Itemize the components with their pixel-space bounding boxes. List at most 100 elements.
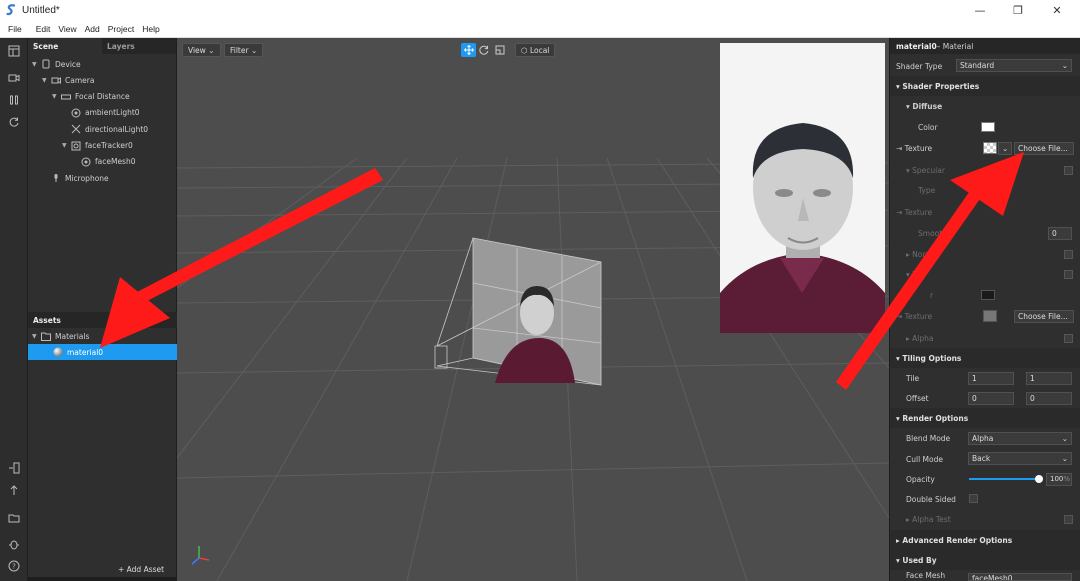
- opacity-value-field[interactable]: 100%: [1046, 473, 1072, 486]
- add-asset-button[interactable]: + Add Asset: [118, 565, 164, 574]
- section-render-options[interactable]: ▾ Render Options: [890, 408, 1080, 428]
- menu-view[interactable]: View: [58, 24, 76, 34]
- scale-tool-button[interactable]: [492, 43, 508, 57]
- svg-text:?: ?: [12, 563, 16, 571]
- menu-add[interactable]: Add: [85, 24, 100, 34]
- menu-help[interactable]: Help: [142, 24, 159, 34]
- section-advanced-render-options[interactable]: ▸ Advanced Render Options: [890, 530, 1080, 550]
- diffuse-texture-thumbnail[interactable]: [983, 142, 997, 154]
- bug-icon[interactable]: [6, 536, 22, 552]
- section-specular[interactable]: ▾ Specular: [890, 160, 1080, 180]
- offset-y-field[interactable]: 0: [1026, 392, 1072, 405]
- tab-layers[interactable]: Layers: [102, 38, 176, 54]
- specular-checkbox[interactable]: [1064, 166, 1073, 175]
- opacity-slider-track[interactable]: [969, 475, 1043, 483]
- section-normal[interactable]: ▸ Norm: [890, 244, 1080, 264]
- offset-x-field[interactable]: 0: [968, 392, 1014, 405]
- cull-mode-dropdown[interactable]: Back ⌄: [968, 452, 1072, 465]
- emissive-color-swatch[interactable]: [981, 290, 995, 300]
- restart-icon[interactable]: [6, 114, 22, 130]
- smoothness-value[interactable]: 0: [1048, 227, 1072, 240]
- move-tool-button[interactable]: [461, 43, 476, 57]
- microphone-icon: [50, 173, 61, 184]
- double-sided-checkbox[interactable]: [969, 494, 978, 503]
- rotate-tool-button[interactable]: [476, 43, 492, 57]
- asset-folder-materials[interactable]: ▼ Materials: [32, 328, 89, 344]
- inspector-panel: material0 – Material Shader Type Standar…: [889, 38, 1080, 581]
- caret-down-icon[interactable]: ▼: [32, 61, 40, 68]
- section-used-by[interactable]: ▾ Used By: [890, 550, 1080, 570]
- section-diffuse[interactable]: ▾ Diffuse: [890, 96, 1080, 116]
- send-to-device-icon[interactable]: [6, 460, 22, 476]
- shader-type-dropdown[interactable]: Standard ⌄: [956, 59, 1072, 72]
- focal-distance-icon: [60, 91, 71, 102]
- tab-scene[interactable]: Scene: [28, 38, 102, 54]
- library-icon[interactable]: [6, 510, 22, 526]
- section-emissive[interactable]: ▾ E: [890, 264, 1080, 284]
- layout-icon[interactable]: [6, 43, 22, 59]
- alpha-checkbox[interactable]: [1064, 334, 1073, 343]
- scene-item-ambientlight0[interactable]: ambientLight0: [62, 105, 140, 121]
- face-mesh-icon: [80, 156, 91, 167]
- scene-item-focal-distance[interactable]: ▼ Focal Distance: [52, 89, 130, 105]
- used-by-value[interactable]: faceMesh0: [968, 573, 1072, 581]
- tile-y-field[interactable]: 1: [1026, 372, 1072, 385]
- section-shader-properties[interactable]: ▾ Shader Properties: [890, 76, 1080, 96]
- help-icon[interactable]: ?: [6, 558, 22, 574]
- local-space-toggle[interactable]: ⬡ Local: [515, 43, 556, 57]
- caret-down-icon[interactable]: ▼: [42, 77, 50, 84]
- caret-down-icon[interactable]: ▼: [52, 93, 60, 100]
- plus-icon: +: [118, 565, 127, 574]
- device-preview[interactable]: [720, 43, 885, 333]
- diffuse-color-swatch[interactable]: [981, 122, 995, 132]
- emissive-checkbox[interactable]: [1064, 270, 1073, 279]
- menu-edit[interactable]: Edit: [36, 24, 51, 34]
- scene-item-microphone[interactable]: Microphone: [42, 170, 109, 186]
- maximize-button[interactable]: ❐: [998, 0, 1038, 20]
- cube-icon: ⬡: [521, 45, 528, 55]
- section-alpha[interactable]: ▸ Alpha: [890, 328, 1080, 348]
- caret-down-icon[interactable]: ▼: [62, 142, 70, 149]
- view-dropdown[interactable]: View ⌄: [182, 43, 221, 57]
- material-sphere-icon: [52, 347, 63, 358]
- scene-item-device[interactable]: ▼ Device: [32, 56, 81, 72]
- chevron-down-icon: ⌄: [1061, 61, 1068, 70]
- section-alpha-test[interactable]: ▸ Alpha Test: [890, 509, 1080, 529]
- viewport-3d[interactable]: View ⌄ Filter ⌄ ⬡ Local: [177, 38, 889, 581]
- axis-gizmo: [191, 546, 210, 565]
- scene-scrollbar[interactable]: [28, 577, 177, 581]
- emissive-choose-file-button[interactable]: Choose File...: [1014, 310, 1074, 323]
- menu-file[interactable]: File: [8, 24, 22, 34]
- tile-x-field[interactable]: 1: [968, 372, 1014, 385]
- directional-light-icon: [70, 124, 81, 135]
- rotate-icon: [479, 45, 489, 55]
- filter-dropdown[interactable]: Filter ⌄: [224, 43, 264, 57]
- folder-icon: [40, 331, 51, 342]
- diffuse-texture-dropdown[interactable]: ⌄: [998, 142, 1012, 155]
- window-title: Untitled*: [22, 4, 60, 16]
- choose-file-button[interactable]: Choose File...: [1014, 142, 1074, 155]
- section-tiling-options[interactable]: ▾ Tiling Options: [890, 348, 1080, 368]
- scene-item-camera[interactable]: ▼ Camera: [42, 72, 94, 88]
- link-arrow-icon: ⇥: [896, 207, 905, 217]
- blend-mode-dropdown[interactable]: Alpha ⌄: [968, 432, 1072, 445]
- plus-icon: +: [114, 293, 123, 302]
- scene-item-facemesh0[interactable]: faceMesh0: [72, 154, 136, 170]
- upload-icon[interactable]: [6, 482, 22, 498]
- menu-project[interactable]: Project: [108, 24, 134, 34]
- chevron-down-icon: ⌄: [1061, 434, 1068, 443]
- transform-tools: [461, 43, 511, 57]
- scene-item-directionallight0[interactable]: directionalLight0: [62, 121, 148, 137]
- minimize-button[interactable]: —: [960, 0, 1000, 20]
- add-object-button[interactable]: + Add Ob: [114, 293, 150, 302]
- opacity-slider-handle[interactable]: [1035, 475, 1043, 483]
- asset-material0[interactable]: material0: [28, 344, 177, 360]
- close-button[interactable]: ✕: [1037, 0, 1077, 20]
- pause-icon[interactable]: [6, 92, 22, 108]
- video-icon[interactable]: [6, 70, 22, 86]
- normal-checkbox[interactable]: [1064, 250, 1073, 259]
- alpha-test-checkbox[interactable]: [1064, 515, 1073, 524]
- double-sided-row: Double Sided: [906, 494, 956, 504]
- emissive-texture-thumbnail[interactable]: [983, 310, 997, 322]
- scene-item-facetracker0[interactable]: ▼ faceTracker0: [62, 138, 133, 154]
